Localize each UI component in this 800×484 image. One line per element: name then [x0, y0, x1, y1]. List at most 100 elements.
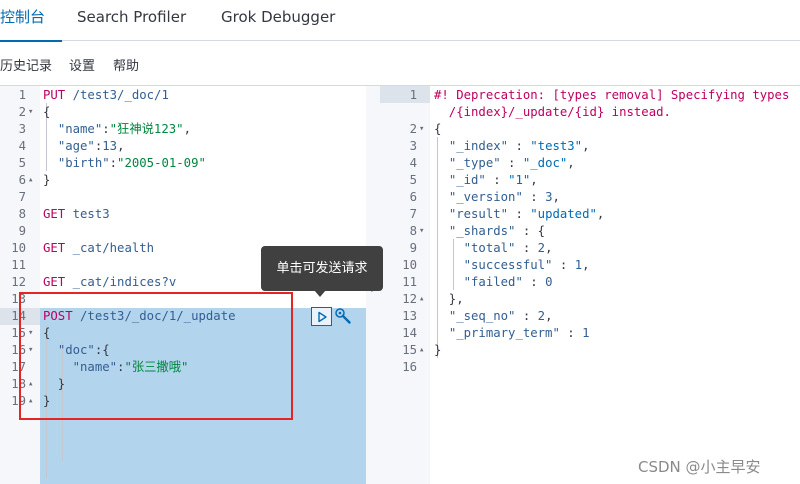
fold-open-icon[interactable]: ▾	[419, 223, 424, 240]
response-code-line: 3 "_index" : "test3",	[380, 138, 800, 155]
line-number: 10	[11, 241, 26, 255]
code-text: "_id" : "1",	[448, 173, 538, 187]
line-number: 16	[402, 360, 417, 374]
send-request-tooltip: 单击可发送请求	[261, 246, 383, 291]
code-text: "_type" : "_doc",	[448, 156, 575, 170]
code-text: "age":13,	[57, 139, 125, 153]
line-number: 2	[409, 122, 417, 136]
response-code-line: 16	[380, 359, 800, 376]
request-code-line: 5 "birth":"2005-01-09"	[0, 155, 380, 172]
code-text: "_shards" : {	[448, 224, 546, 238]
fold-close-icon[interactable]: ▴	[419, 342, 424, 359]
line-number: 10	[402, 258, 417, 272]
line-number: 5	[409, 173, 417, 187]
line-number: 4	[18, 139, 26, 153]
request-code-line: 8 GET test3	[0, 206, 380, 223]
code-text: #! Deprecation: [types removal] Specifyi…	[434, 88, 790, 102]
tab-search-profiler[interactable]: Search Profiler	[77, 0, 186, 41]
console-toolbar: 历史记录 设置 帮助	[0, 42, 800, 86]
line-number: 15	[402, 343, 417, 357]
line-number: 12	[11, 275, 26, 289]
line-number: 1	[409, 88, 417, 102]
response-code-line: 10 "successful" : 1,	[380, 257, 800, 274]
request-code-line: 1 PUT /test3/_doc/1	[0, 87, 380, 104]
line-number: 9	[18, 224, 26, 238]
code-text: },	[434, 292, 464, 306]
tab-console[interactable]: 控制台	[0, 0, 62, 42]
line-number: 9	[409, 241, 417, 255]
top-tab-bar: 控制台 Search Profiler Grok Debugger	[0, 0, 800, 42]
response-editor: 1 #! Deprecation: [types removal] Specify…	[380, 86, 800, 484]
line-number: 2	[18, 105, 26, 119]
code-text: "total" : 2,	[463, 241, 553, 255]
wrench-icon	[335, 308, 351, 324]
line-number: 11	[402, 275, 417, 289]
response-code-line: 14 "_primary_term" : 1	[380, 325, 800, 342]
fold-open-icon[interactable]: ▾	[419, 121, 424, 138]
response-code-line: 11 "failed" : 0	[380, 274, 800, 291]
code-text: GET test3	[43, 207, 110, 221]
line-number: 13	[402, 309, 417, 323]
line-number: 8	[18, 207, 26, 221]
code-text: GET _cat/health	[43, 241, 155, 255]
line-number: 14	[402, 326, 417, 340]
history-link[interactable]: 历史记录	[0, 42, 52, 92]
response-code-line: 2 ▾ {	[380, 121, 800, 138]
code-text: }	[43, 173, 51, 187]
response-code-line: 8 ▾ "_shards" : {	[380, 223, 800, 240]
fold-close-icon[interactable]: ▴	[419, 291, 424, 308]
code-text: {	[434, 122, 442, 136]
response-code-line: /{index}/_update/{id} instead.	[380, 104, 800, 121]
request-code-line: 4 "age":13,	[0, 138, 380, 155]
play-icon	[317, 311, 327, 322]
response-code-line: 12 ▴ },	[380, 291, 800, 308]
request-code-line: 6 ▴}	[0, 172, 380, 189]
response-code-line: 15 ▴}	[380, 342, 800, 359]
line-number: 12	[402, 292, 417, 306]
line-number: 6	[18, 173, 26, 187]
response-code-line: 7 "result" : "updated",	[380, 206, 800, 223]
line-number: 11	[11, 258, 26, 272]
request-code-line: 9	[0, 223, 380, 240]
code-text: "_index" : "test3",	[448, 139, 590, 153]
code-text: "result" : "updated",	[448, 207, 605, 221]
response-code-line: 1 #! Deprecation: [types removal] Specify…	[380, 87, 800, 104]
request-options-button[interactable]	[334, 307, 352, 326]
settings-link[interactable]: 设置	[69, 42, 95, 92]
code-text: "_version" : 3,	[448, 190, 560, 204]
request-code-line: 3 "name":"狂神说123",	[0, 121, 380, 138]
code-text: {	[43, 105, 51, 119]
line-number: 8	[409, 224, 417, 238]
line-number: 5	[18, 156, 26, 170]
fold-close-icon[interactable]: ▴	[28, 172, 33, 189]
line-number: 4	[409, 156, 417, 170]
request-code-line: 7	[0, 189, 380, 206]
line-number: 3	[409, 139, 417, 153]
response-code-line: 6 "_version" : 3,	[380, 189, 800, 206]
help-link[interactable]: 帮助	[113, 42, 139, 92]
line-number: 1	[18, 88, 26, 102]
code-text: PUT /test3/_doc/1	[43, 88, 169, 102]
code-text: /{index}/_update/{id} instead.	[434, 105, 671, 119]
code-text: "_seq_no" : 2,	[448, 309, 553, 323]
code-text: "birth":"2005-01-09"	[57, 156, 206, 170]
watermark: CSDN @小主早安	[638, 458, 761, 476]
line-number: 7	[409, 207, 417, 221]
fold-open-icon[interactable]: ▾	[28, 104, 33, 121]
response-code-line: 9 "total" : 2,	[380, 240, 800, 257]
code-text: }	[434, 343, 442, 357]
request-code-line: 2 ▾ {	[0, 104, 380, 121]
code-text: "name":"狂神说123",	[57, 122, 191, 136]
tooltip-arrow	[314, 290, 326, 297]
response-code-line: 5 "_id" : "1",	[380, 172, 800, 189]
line-number: 6	[409, 190, 417, 204]
code-text: "successful" : 1,	[463, 258, 590, 272]
response-code-line: 4 "_type" : "_doc",	[380, 155, 800, 172]
annotation-box	[19, 292, 293, 420]
line-number: 3	[18, 122, 26, 136]
send-request-button[interactable]	[311, 307, 332, 326]
tab-grok-debugger[interactable]: Grok Debugger	[221, 0, 335, 41]
code-text: "failed" : 0	[463, 275, 553, 289]
code-text: GET _cat/indices?v	[43, 275, 177, 289]
response-code-line: 13 "_seq_no" : 2,	[380, 308, 800, 325]
